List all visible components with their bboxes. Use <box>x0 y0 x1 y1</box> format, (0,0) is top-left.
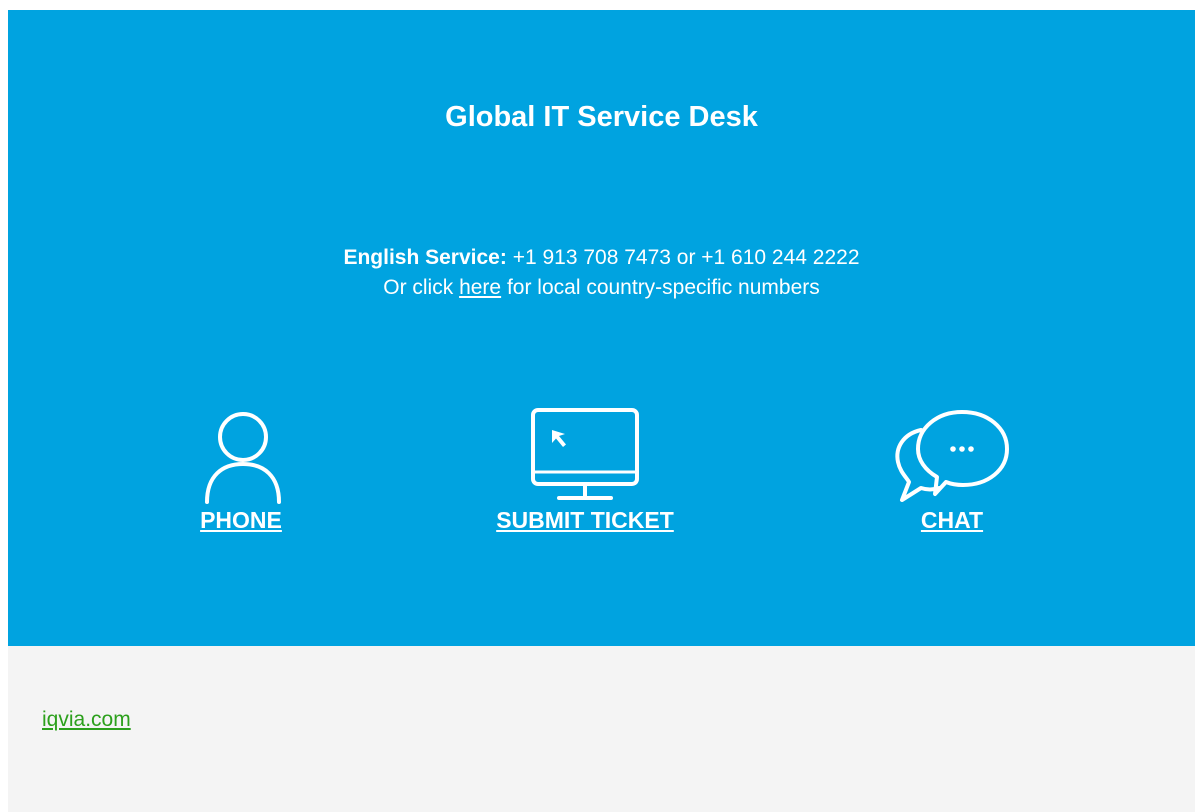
chat-link[interactable]: CHAT <box>921 506 983 534</box>
english-service-numbers: +1 913 708 7473 or +1 610 244 2222 <box>512 246 860 269</box>
iqvia-link[interactable]: iqvia.com <box>42 707 131 733</box>
local-prefix: Or click <box>383 276 454 299</box>
local-numbers-link[interactable]: here <box>459 276 501 299</box>
chat-action[interactable]: CHAT <box>802 406 1102 534</box>
phone-action[interactable]: PHONE <box>91 406 391 534</box>
english-service-line: English Service: +1 913 708 7473 or +1 6… <box>8 243 1195 273</box>
phone-link[interactable]: PHONE <box>200 506 282 534</box>
local-suffix: for local country-specific numbers <box>506 276 820 299</box>
local-numbers-line: Or click here for local country-specific… <box>8 273 1195 303</box>
monitor-icon <box>531 408 639 500</box>
submit-ticket-action[interactable]: SUBMIT TICKET <box>435 406 735 534</box>
submit-ticket-link[interactable]: SUBMIT TICKET <box>496 506 674 534</box>
english-service-label: English Service: <box>343 246 507 269</box>
service-info: English Service: +1 913 708 7473 or +1 6… <box>8 243 1195 303</box>
service-desk-banner: Global IT Service Desk English Service: … <box>8 10 1195 646</box>
person-icon <box>205 412 281 504</box>
chat-bubbles-icon <box>895 410 1009 502</box>
page-title: Global IT Service Desk <box>445 101 758 133</box>
footer: iqvia.com <box>8 646 1195 812</box>
